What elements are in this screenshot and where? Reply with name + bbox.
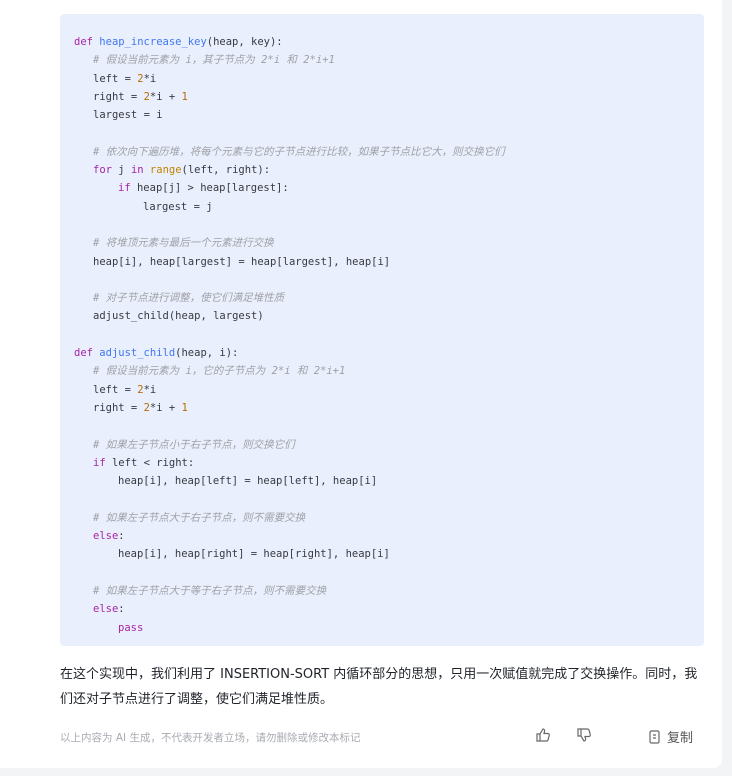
- code-token: adjust_child(heap, largest): [93, 310, 264, 323]
- code-token: if: [118, 182, 131, 195]
- code-line: # 假设当前元素为 i，其子节点为 2*i 和 2*i+1: [60, 51, 704, 69]
- code-line: # 如果左子节点小于右子节点，则交换它们: [60, 436, 704, 454]
- code-line: pass: [60, 619, 704, 637]
- code-token: # 将堆顶元素与最后一个元素进行交换: [93, 237, 274, 250]
- code-line: else:: [60, 600, 704, 618]
- dislike-button[interactable]: [576, 727, 592, 743]
- code-token: largest = j: [143, 200, 213, 213]
- code-token: left < right:: [105, 456, 195, 469]
- code-line: # 假设当前元素为 i，它的子节点为 2*i 和 2*i+1: [60, 362, 704, 380]
- code-token: # 如果左子节点小于右子节点，则交换它们: [93, 438, 295, 451]
- code-token: else: [93, 603, 119, 616]
- code-token: for: [93, 164, 112, 177]
- code-token: largest = i: [93, 109, 163, 122]
- code-token: heap[i], heap[largest] = heap[largest], …: [93, 255, 391, 268]
- copy-label: 复制: [667, 731, 694, 746]
- code-line: if heap[j] > heap[largest]:: [60, 179, 704, 197]
- code-token: left =: [93, 72, 138, 85]
- code-line: def heap_increase_key(heap, key):: [60, 33, 704, 51]
- code-line: heap[i], heap[largest] = heap[largest], …: [60, 253, 704, 271]
- code-token: *i +: [149, 401, 182, 414]
- code-token: heap[i], heap[right] = heap[right], heap…: [118, 548, 390, 561]
- code-token: # 对子节点进行调整，使它们满足堆性质: [93, 292, 285, 305]
- code-token: heap_increase_key: [99, 36, 207, 48]
- code-token: else: [93, 530, 119, 543]
- copy-button[interactable]: 复制: [648, 727, 693, 746]
- code-token: # 依次向下遍历堆，将每个元素与它的子节点进行比较，如果子节点比它大，则交换它们: [93, 145, 505, 158]
- code-token: range: [149, 164, 182, 177]
- copy-icon: [649, 729, 660, 744]
- code-token: :: [118, 530, 125, 543]
- code-token: in: [130, 164, 144, 177]
- code-token: heap[j] > heap[largest]:: [130, 182, 289, 195]
- code-line: left = 2*i: [60, 381, 704, 399]
- code-line: if left < right:: [60, 454, 704, 472]
- code-token: left =: [93, 383, 138, 396]
- code-token: (left, right):: [181, 164, 271, 177]
- code-token: right =: [93, 401, 144, 414]
- code-token: pass: [118, 621, 144, 634]
- code-line: def adjust_child(heap, i):: [60, 344, 704, 362]
- thumbs-up-icon: [536, 728, 550, 742]
- like-button[interactable]: [535, 727, 551, 743]
- code-line: largest = j: [60, 198, 704, 216]
- code-token: def: [74, 36, 100, 48]
- code-line: heap[i], heap[right] = heap[right], heap…: [60, 545, 704, 563]
- code-line: right = 2*i + 1: [60, 88, 704, 106]
- code-token: heap[i], heap[left] = heap[left], heap[i…: [118, 475, 378, 488]
- code-token: (heap, key):: [206, 36, 283, 48]
- response-paragraph: 在这个实现中，我们利用了 INSERTION-SORT 内循环部分的思想，只用一…: [60, 667, 698, 707]
- code-token: # 假设当前元素为 i，它的子节点为 2*i 和 2*i+1: [93, 365, 346, 378]
- code-token: # 如果左子节点大于等于右子节点，则不需要交换: [93, 584, 327, 597]
- code-line: left = 2*i: [60, 70, 704, 88]
- code-token: *i: [143, 383, 157, 396]
- thumbs-down-icon: [577, 728, 591, 742]
- code-line: # 依次向下遍历堆，将每个元素与它的子节点进行比较，如果子节点比它大，则交换它们: [60, 143, 704, 161]
- code-line: # 如果左子节点大于右子节点，则不需要交换: [60, 509, 704, 527]
- code-token: # 如果左子节点大于右子节点，则不需要交换: [93, 511, 306, 524]
- code-token: j: [111, 164, 131, 177]
- code-token: adjust_child: [99, 347, 176, 360]
- code-token: *i: [143, 72, 157, 85]
- code-line: else:: [60, 527, 704, 545]
- code-token: 1: [181, 401, 188, 414]
- code-line: heap[i], heap[left] = heap[left], heap[i…: [60, 472, 704, 490]
- code-token: :: [118, 603, 125, 616]
- code-line: # 对子节点进行调整，使它们满足堆性质: [60, 289, 704, 307]
- code-line: for j in range(left, right):: [60, 161, 704, 179]
- code-line: largest = i: [60, 106, 704, 124]
- code-token: def: [74, 347, 100, 360]
- code-token: # 假设当前元素为 i，其子节点为 2*i 和 2*i+1: [93, 54, 335, 67]
- code-line: # 将堆顶元素与最后一个元素进行交换: [60, 234, 704, 252]
- chat-message-card: def heap_increase_key(heap, key): # 假设当前元…: [0, 0, 722, 768]
- code-block: def heap_increase_key(heap, key): # 假设当前元…: [60, 14, 704, 646]
- code-token: if: [93, 456, 106, 469]
- ai-disclaimer: 以上内容为 AI 生成，不代表开发者立场，请勿删除或修改本标记: [60, 732, 361, 744]
- code-line: # 如果左子节点大于等于右子节点，则不需要交换: [60, 582, 704, 600]
- code-line: adjust_child(heap, largest): [60, 307, 704, 325]
- code-token: (heap, i):: [175, 347, 239, 360]
- code-token: right =: [93, 90, 144, 103]
- code-token: 1: [181, 90, 188, 103]
- code-token: *i +: [149, 90, 182, 103]
- code-line: right = 2*i + 1: [60, 399, 704, 417]
